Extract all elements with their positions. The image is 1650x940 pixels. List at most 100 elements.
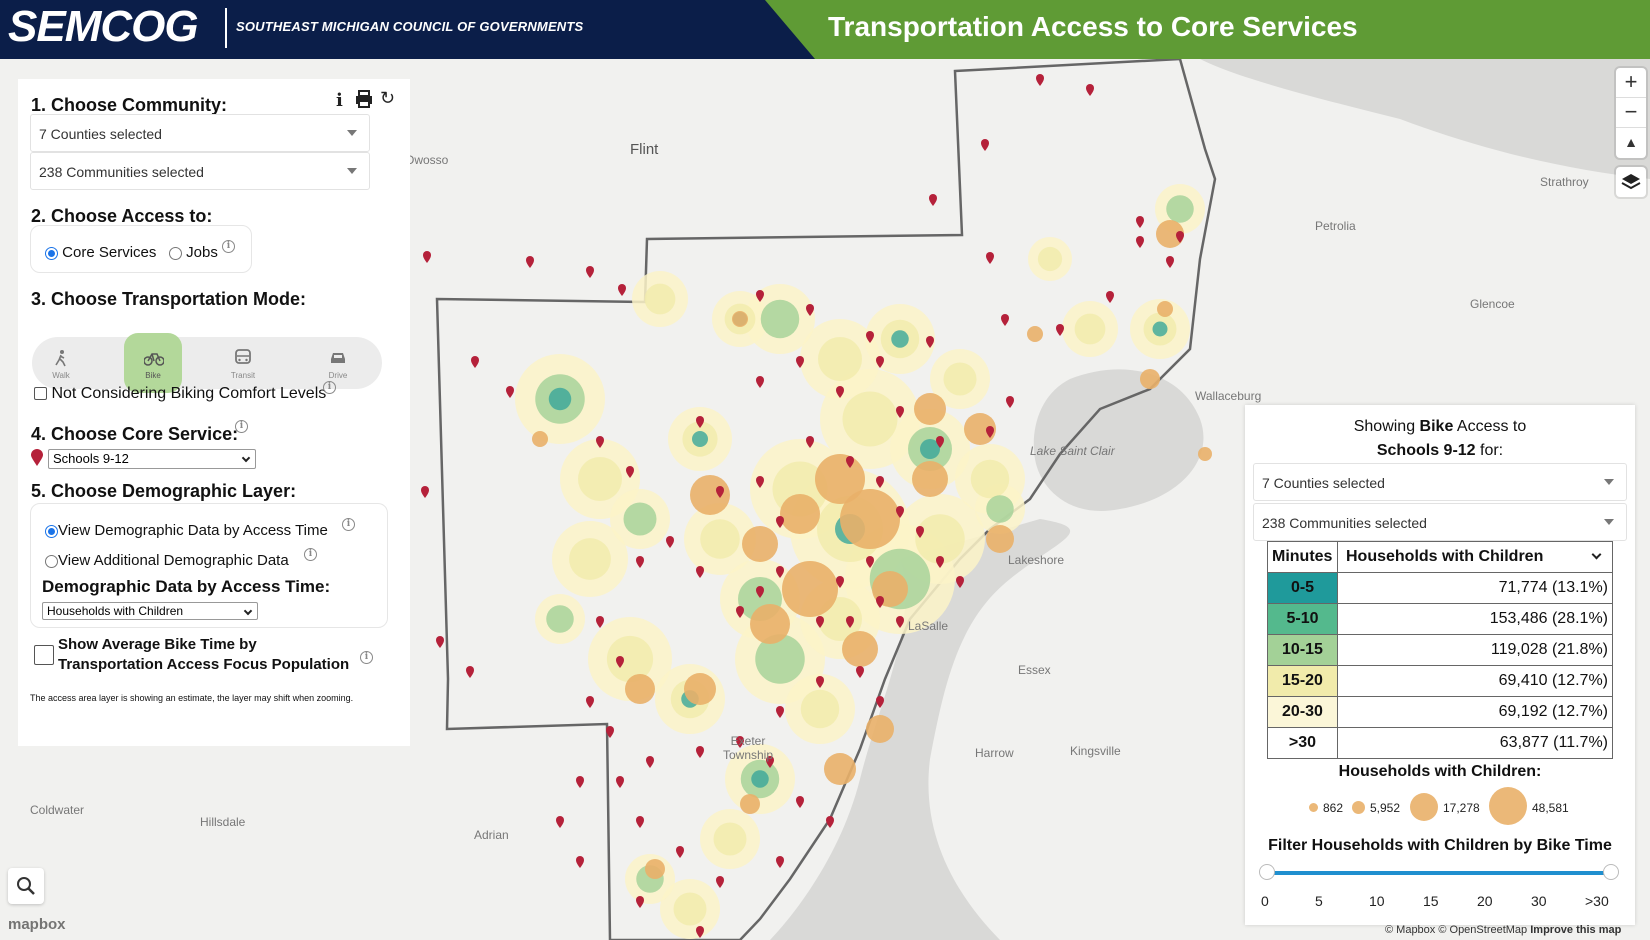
household-circle[interactable] [986, 525, 1014, 553]
attribution-text[interactable]: © Mapbox © OpenStreetMap [1385, 924, 1527, 936]
demo-data-select[interactable]: Households with Children [42, 602, 258, 620]
school-pin-icon[interactable] [981, 139, 989, 151]
school-pin-icon[interactable] [1006, 396, 1014, 408]
zoom-out-button[interactable]: − [1616, 98, 1646, 128]
school-pin-icon[interactable] [1136, 236, 1144, 248]
info-icon[interactable]: i [342, 518, 355, 531]
header-metric[interactable]: Households with Children [1337, 541, 1613, 573]
school-pin-icon[interactable] [556, 816, 564, 828]
info-icon[interactable]: i [323, 381, 336, 394]
school-pin-icon[interactable] [776, 856, 784, 868]
school-pin-icon[interactable] [421, 486, 429, 498]
school-pin-icon[interactable] [1166, 256, 1174, 268]
household-circle[interactable] [732, 311, 748, 327]
school-pin-icon[interactable] [856, 666, 864, 678]
counties-select[interactable]: 7 Counties selected [30, 114, 370, 152]
mode-transit[interactable]: Transit [214, 337, 272, 389]
school-pin-icon[interactable] [466, 666, 474, 678]
mode-bike[interactable]: Bike [124, 333, 182, 393]
household-circle[interactable] [684, 673, 716, 705]
household-circle[interactable] [782, 561, 838, 617]
school-pin-icon[interactable] [1001, 314, 1009, 326]
mode-drive[interactable]: Drive [309, 337, 367, 389]
access-option-jobs[interactable]: Jobs [169, 244, 218, 261]
school-pin-icon[interactable] [1036, 74, 1044, 86]
improve-map-link[interactable]: Improve this map [1530, 924, 1621, 936]
school-pin-icon[interactable] [696, 566, 704, 578]
mapbox-logo[interactable]: mapbox [8, 916, 66, 933]
household-circle[interactable] [645, 859, 665, 879]
reset-icon[interactable]: ↻ [380, 88, 395, 109]
demo-option-access-time[interactable]: View Demographic Data by Access Time [45, 522, 328, 539]
slider-handle-min[interactable] [1259, 864, 1275, 880]
comfort-levels-checkbox[interactable]: Not Considering Biking Comfort Levels [34, 385, 326, 403]
household-circle[interactable] [866, 715, 894, 743]
household-circle[interactable] [740, 794, 760, 814]
school-pin-icon[interactable] [576, 776, 584, 788]
school-pin-icon[interactable] [586, 696, 594, 708]
demo-option-additional[interactable]: View Additional Demographic Data [45, 552, 289, 569]
school-pin-icon[interactable] [1106, 291, 1114, 303]
school-pin-icon[interactable] [576, 856, 584, 868]
household-circle[interactable] [914, 393, 946, 425]
compass-button[interactable]: ▲ [1616, 128, 1646, 158]
info-icon[interactable]: i [222, 240, 235, 253]
school-pin-icon[interactable] [471, 356, 479, 368]
school-pin-icon[interactable] [616, 776, 624, 788]
household-circle[interactable] [842, 631, 878, 667]
school-pin-icon[interactable] [636, 556, 644, 568]
school-pin-icon[interactable] [826, 816, 834, 828]
school-pin-icon[interactable] [756, 376, 764, 388]
school-pin-icon[interactable] [526, 256, 534, 268]
school-pin-icon[interactable] [646, 756, 654, 768]
school-pin-icon[interactable] [586, 266, 594, 278]
school-pin-icon[interactable] [636, 816, 644, 828]
bike-time-slider-track[interactable] [1267, 871, 1611, 875]
radio-jobs[interactable] [169, 246, 182, 260]
radio-demo-access-time[interactable] [45, 524, 58, 538]
household-circle[interactable] [532, 431, 548, 447]
school-pin-icon[interactable] [986, 252, 994, 264]
household-circle[interactable] [824, 753, 856, 785]
school-pin-icon[interactable] [506, 386, 514, 398]
print-icon[interactable] [354, 89, 374, 114]
map-search-button[interactable] [8, 868, 44, 904]
household-circle[interactable] [780, 494, 820, 534]
school-pin-icon[interactable] [929, 194, 937, 206]
school-pin-icon[interactable] [796, 796, 804, 808]
core-service-select[interactable]: Schools 9-12 [48, 449, 256, 469]
school-pin-icon[interactable] [618, 284, 626, 296]
radio-demo-additional[interactable] [45, 554, 58, 568]
household-circle[interactable] [690, 475, 730, 515]
info-icon[interactable]: i [360, 651, 373, 664]
school-pin-icon[interactable] [423, 251, 431, 263]
school-pin-icon[interactable] [776, 706, 784, 718]
household-circle[interactable] [1140, 369, 1160, 389]
results-communities-select[interactable]: 238 Communities selected [1253, 503, 1627, 541]
zoom-in-button[interactable]: + [1616, 68, 1646, 98]
household-circle[interactable] [750, 604, 790, 644]
info-icon[interactable]: i [235, 420, 248, 433]
results-counties-select[interactable]: 7 Counties selected [1253, 463, 1627, 501]
info-icon[interactable]: i [336, 90, 343, 111]
household-circle[interactable] [1027, 326, 1043, 342]
mode-walk[interactable]: Walk [32, 337, 90, 389]
school-pin-icon[interactable] [636, 896, 644, 908]
household-circle[interactable] [912, 461, 948, 497]
school-pin-icon[interactable] [716, 876, 724, 888]
communities-select[interactable]: 238 Communities selected [30, 152, 370, 190]
checkbox[interactable] [34, 387, 47, 401]
school-pin-icon[interactable] [666, 536, 674, 548]
slider-handle-max[interactable] [1603, 864, 1619, 880]
school-pin-icon[interactable] [1086, 84, 1094, 96]
school-pin-icon[interactable] [596, 616, 604, 628]
map-attribution[interactable]: © Mapbox © OpenStreetMap Improve this ma… [1385, 924, 1621, 936]
school-pin-icon[interactable] [1136, 216, 1144, 228]
layers-button[interactable] [1616, 167, 1646, 197]
semcog-logo[interactable]: SEMCOG [8, 2, 199, 52]
radio-core-services[interactable] [45, 246, 58, 260]
household-circle[interactable] [840, 489, 900, 549]
info-icon[interactable]: i [304, 548, 317, 561]
school-pin-icon[interactable] [436, 636, 444, 648]
household-circle[interactable] [1198, 447, 1212, 461]
